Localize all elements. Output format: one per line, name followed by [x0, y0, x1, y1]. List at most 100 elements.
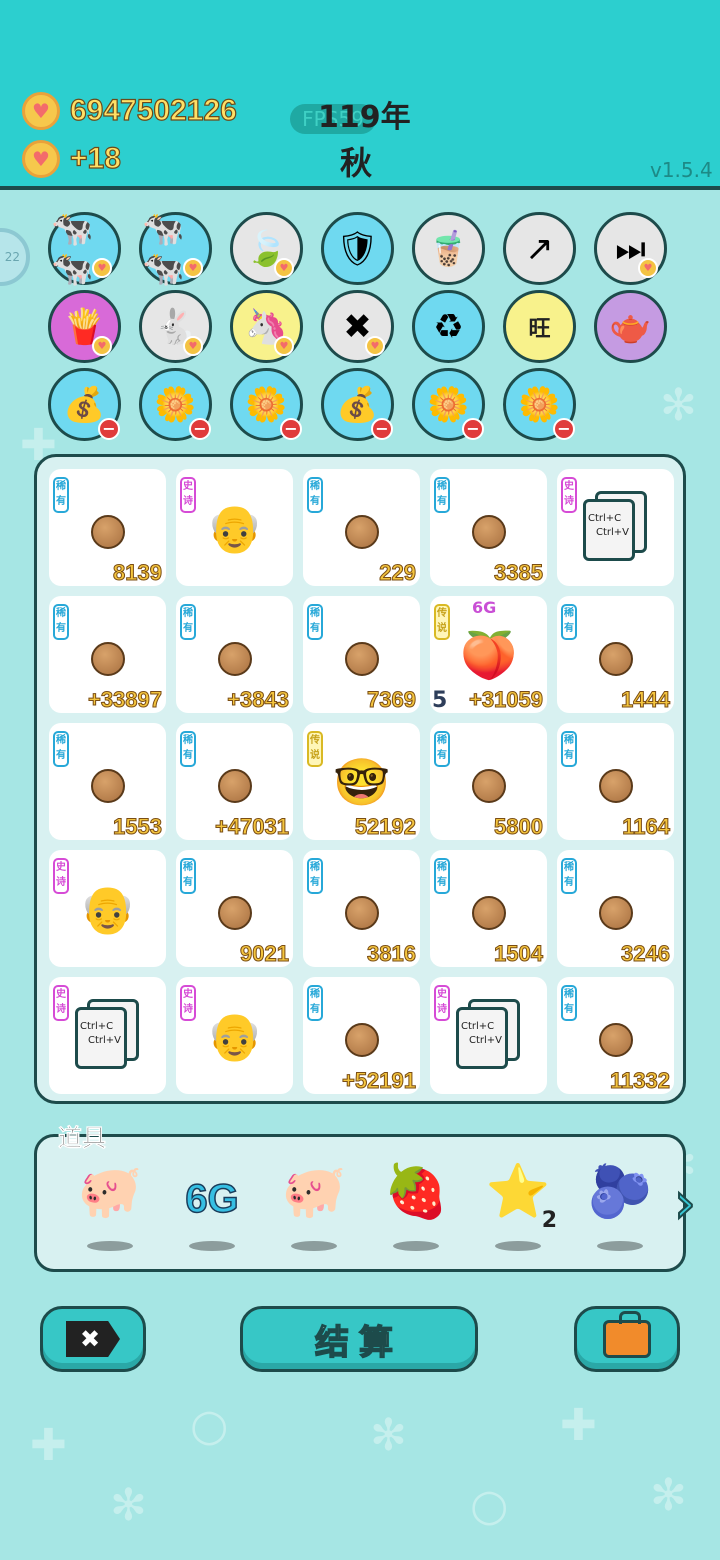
two-cows-icon[interactable]: 🐄🐄 ♥: [48, 209, 121, 289]
rarity-tag: 史诗: [53, 985, 69, 1021]
potted-flower-icon[interactable]: 🌼 −: [139, 368, 212, 441]
slot-cell[interactable]: 稀有 8139: [49, 469, 166, 586]
shield-wrench-icon[interactable]: 🛡: [321, 212, 394, 285]
rarity-tag: 史诗: [180, 477, 196, 513]
slot-cell[interactable]: 史诗 👴: [49, 850, 166, 967]
slot-cell[interactable]: 稀有 3246: [557, 850, 674, 967]
coin-icon: [218, 642, 252, 676]
slot-cell[interactable]: 史诗 👴: [176, 977, 293, 1094]
cell-value: 9021: [240, 941, 290, 967]
cell-value: 8139: [113, 560, 163, 586]
coin-icon: [91, 642, 125, 676]
slot-cell[interactable]: 传说 🍑 6G 5 +31059: [430, 596, 547, 713]
star-icon-glyph: ⭐: [485, 1162, 551, 1222]
rarity-tag: 稀有: [561, 731, 577, 767]
slot-cell[interactable]: 稀有 3816: [303, 850, 420, 967]
inventory-button[interactable]: [574, 1306, 680, 1372]
gravy-boat-icon[interactable]: 🫖: [594, 290, 667, 363]
bg-decoration: ✻: [110, 1480, 147, 1531]
slot-cell[interactable]: 传说 🤓 52192: [303, 723, 420, 840]
shield-wrench-icon-glyph: 🛡: [335, 228, 380, 269]
wang-tiles-icon[interactable]: 旺: [503, 290, 576, 363]
arrow-up-icon[interactable]: ↗: [503, 212, 576, 285]
next-arrow-icon[interactable]: ›: [665, 1170, 705, 1237]
briefcase-icon: [603, 1311, 651, 1358]
minus-badge-icon[interactable]: −: [98, 418, 120, 440]
item-shadow: [291, 1241, 337, 1251]
slot-cell[interactable]: 稀有 5800: [430, 723, 547, 840]
rarity-tag: 史诗: [434, 985, 450, 1021]
slot-cell[interactable]: 稀有 7369: [303, 596, 420, 713]
slot-cell[interactable]: 稀有 1164: [557, 723, 674, 840]
skill-icon-row-3: 💰 − 🌼 − 🌼 − 💰 − 🌼 − 🌼 −: [48, 368, 576, 441]
side-menu-button[interactable]: 22: [0, 228, 30, 286]
income-amount: +18: [69, 141, 121, 175]
item-shadow: [495, 1241, 541, 1251]
piggy-bank-icon[interactable]: 🐖: [75, 1161, 145, 1251]
slot-cell[interactable]: 稀有 +47031: [176, 723, 293, 840]
coin-icon: [599, 896, 633, 930]
slot-cell[interactable]: 史诗 Ctrl+C Ctrl+V: [557, 469, 674, 586]
copy-text: Ctrl+C: [588, 513, 622, 524]
potted-flower-icon-2[interactable]: 🌼 −: [230, 368, 303, 441]
sack-icon[interactable]: 💰 −: [48, 368, 121, 441]
bubble-tea-icon[interactable]: 🧋: [412, 212, 485, 285]
slot-cell[interactable]: 稀有 +52191: [303, 977, 420, 1094]
slot-cell[interactable]: 稀有 +33897: [49, 596, 166, 713]
potted-flower-icon-4[interactable]: 🌼 −: [503, 368, 576, 441]
slot-cell[interactable]: 稀有 +3843: [176, 596, 293, 713]
strawberry-icon[interactable]: 🍓: [381, 1161, 451, 1251]
heart-coin-icon: ♥: [22, 92, 60, 130]
slot-cell[interactable]: 稀有 229: [303, 469, 420, 586]
sack-icon-2[interactable]: 💰 −: [321, 368, 394, 441]
delete-tag-icon[interactable]: ✖ ♥: [321, 290, 394, 363]
skip-icon[interactable]: ⏭ ♥: [594, 212, 667, 285]
potted-flower-icon-3-glyph: 🌼: [427, 384, 470, 425]
rarity-tag: 稀有: [180, 604, 196, 640]
item-shadow: [189, 1241, 235, 1251]
leaf-icon[interactable]: 🍃 ♥: [230, 212, 303, 285]
minus-badge-icon[interactable]: −: [462, 418, 484, 440]
slot-cell[interactable]: 稀有 1504: [430, 850, 547, 967]
rarity-tag: 稀有: [307, 477, 323, 513]
paste-text: Ctrl+V: [469, 1035, 503, 1046]
cell-value: +33897: [87, 687, 162, 713]
item-shadow: [393, 1241, 439, 1251]
bg-decoration: ○: [470, 1480, 509, 1531]
slot-cell[interactable]: 史诗 Ctrl+C Ctrl+V: [49, 977, 166, 1094]
slot-cell[interactable]: 稀有 1553: [49, 723, 166, 840]
coin-icon: [345, 642, 379, 676]
piggy-bank-icon-2[interactable]: 🐖: [279, 1161, 349, 1251]
star-icon[interactable]: ⭐ 2: [483, 1161, 557, 1251]
remove-button[interactable]: ✖: [40, 1306, 146, 1372]
minus-badge-icon[interactable]: −: [371, 418, 393, 440]
slot-cell[interactable]: 稀有 9021: [176, 850, 293, 967]
blueberry-icon[interactable]: 🫐: [585, 1161, 655, 1251]
coin-icon: [345, 896, 379, 930]
minus-badge-icon[interactable]: −: [189, 418, 211, 440]
rabbit-icon[interactable]: 🐇 ♥: [139, 290, 212, 363]
slot-cell[interactable]: 史诗 Ctrl+C Ctrl+V: [430, 977, 547, 1094]
coin-icon: [91, 515, 125, 549]
unicorn-icon[interactable]: 🦄 ♥: [230, 290, 303, 363]
slot-cell[interactable]: 稀有 11332: [557, 977, 674, 1094]
coin-icon: [472, 515, 506, 549]
rarity-tag: 传说: [434, 604, 450, 640]
rarity-tag: 稀有: [53, 477, 69, 513]
slot-cell[interactable]: 稀有 1444: [557, 596, 674, 713]
potted-flower-icon-3[interactable]: 🌼 −: [412, 368, 485, 441]
fries-icon[interactable]: 🍟 ♥: [48, 290, 121, 363]
coin-icon: [472, 769, 506, 803]
rarity-tag: 稀有: [307, 604, 323, 640]
minus-badge-icon[interactable]: −: [553, 418, 575, 440]
recycle-bag-icon[interactable]: ♻: [412, 290, 485, 363]
slot-cell[interactable]: 稀有 3385: [430, 469, 547, 586]
cell-value: +47031: [214, 814, 289, 840]
6g-icon[interactable]: 6G: [177, 1161, 247, 1251]
settle-button[interactable]: 结算: [240, 1306, 478, 1372]
slot-cell[interactable]: 史诗 👴: [176, 469, 293, 586]
item-shadow: [597, 1241, 643, 1251]
two-cows-icon-2[interactable]: 🐄🐄 ♥: [139, 209, 212, 289]
minus-badge-icon[interactable]: −: [280, 418, 302, 440]
heart-badge-icon: ♥: [365, 336, 385, 356]
